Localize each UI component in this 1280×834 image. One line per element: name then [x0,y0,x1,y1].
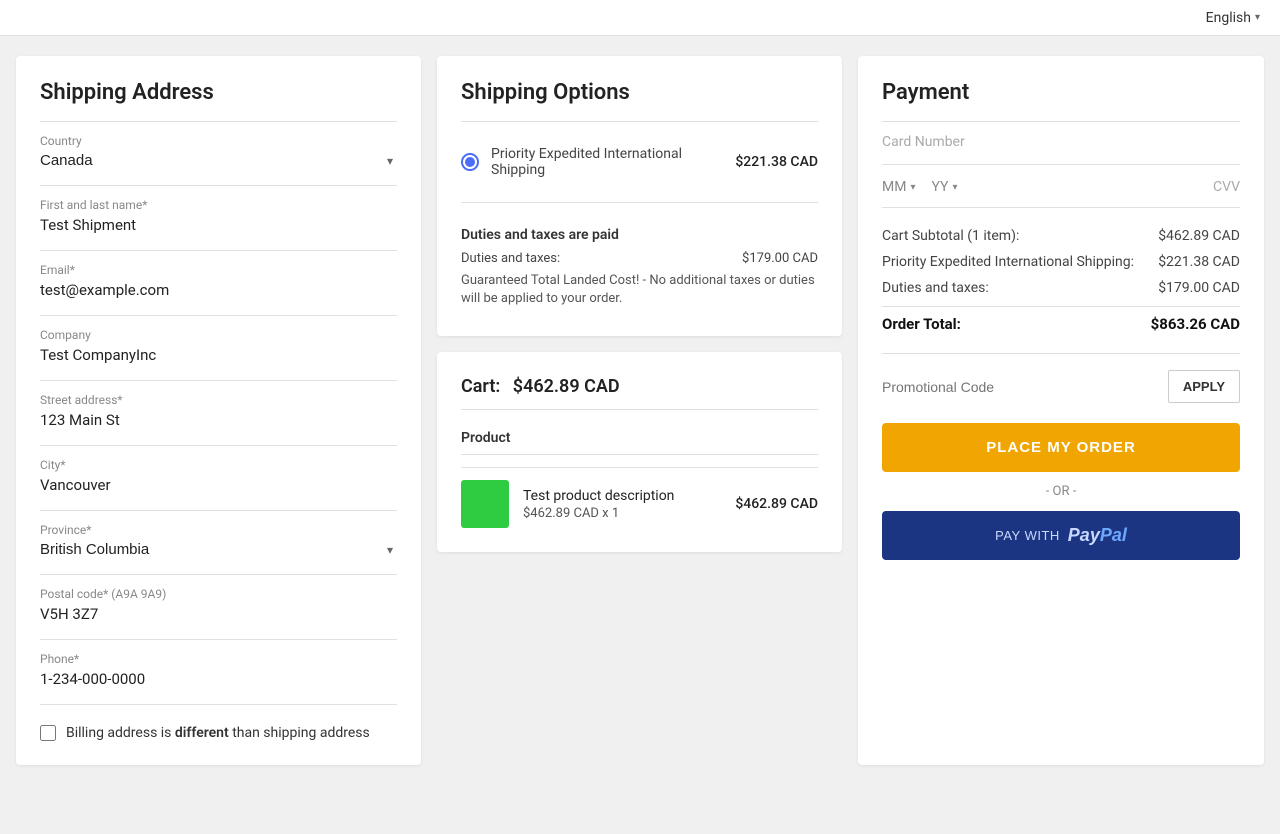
order-total-row: Order Total: $863.26 CAD [882,306,1240,333]
duties-summary-label: Duties and taxes: [882,280,989,296]
expiry-mm-select[interactable]: MM ▾ [882,179,915,195]
city-label: City* [40,458,397,472]
duties-note: Guaranteed Total Landed Cost! - No addit… [461,272,818,308]
subtotal-label: Cart Subtotal (1 item): [882,228,1019,244]
duties-row: Duties and taxes: $179.00 CAD [461,251,818,266]
name-field: First and last name* Test Shipment [40,198,397,234]
province-select[interactable]: British Columbia ▾ [40,541,397,558]
product-thumbnail [461,480,509,528]
product-row: Test product description $462.89 CAD x 1… [461,480,818,528]
expiry-yy-select[interactable]: YY ▾ [931,179,957,195]
shipping-option-label: Priority Expedited International Shippin… [491,146,723,178]
card-number-label: Card Number [882,134,1240,165]
street-label: Street address* [40,393,397,407]
shipping-options-panel: Shipping Options Priority Expedited Inte… [437,56,842,336]
company-value[interactable]: Test CompanyInc [40,346,397,364]
postal-field: Postal code* (A9A 9A9) V5H 3Z7 [40,587,397,623]
email-label: Email* [40,263,397,277]
promo-row: APPLY [882,353,1240,403]
phone-label: Phone* [40,652,397,666]
phone-field: Phone* 1-234-000-0000 [40,652,397,688]
shipping-address-panel: Shipping Address Country Canada ▾ First … [16,56,421,765]
cvv-label[interactable]: CVV [1213,179,1240,195]
billing-different-checkbox[interactable] [40,725,56,741]
billing-checkbox-row: Billing address is different than shippi… [40,725,397,741]
shipping-option-row[interactable]: Priority Expedited International Shippin… [461,134,818,190]
language-label: English [1206,10,1251,26]
place-order-button[interactable]: PLACE MY ORDER [882,423,1240,472]
shipping-options-title: Shipping Options [461,80,818,105]
radio-inner [465,157,475,167]
product-qty: $462.89 CAD x 1 [523,506,721,521]
subtotal-row: Cart Subtotal (1 item): $462.89 CAD [882,228,1240,244]
province-select-input[interactable]: British Columbia [40,541,397,558]
paypal-button[interactable]: PAY WITH PayPal [882,511,1240,560]
company-field: Company Test CompanyInc [40,328,397,364]
street-value[interactable]: 123 Main St [40,411,397,429]
order-total-label: Order Total: [882,315,961,333]
promo-input[interactable] [882,379,1160,395]
expiry-mm-chevron-icon: ▾ [910,182,915,193]
main-content: Shipping Address Country Canada ▾ First … [0,36,1280,785]
postal-label: Postal code* (A9A 9A9) [40,587,397,601]
cart-title: Cart: $462.89 CAD [461,376,818,397]
street-field: Street address* 123 Main St [40,393,397,429]
subtotal-price: $462.89 CAD [1158,228,1240,244]
payment-panel: Payment Card Number MM ▾ YY ▾ CVV Cart S… [858,56,1264,765]
cart-panel: Cart: $462.89 CAD Product Test product d… [437,352,842,552]
product-price: $462.89 CAD [735,496,818,512]
billing-checkbox-label: Billing address is different than shippi… [66,725,370,741]
language-selector[interactable]: English ▾ [1206,10,1260,26]
product-info: Test product description $462.89 CAD x 1 [523,488,721,521]
top-bar: English ▾ [0,0,1280,36]
paypal-logo-pal: Pal [1100,525,1127,545]
paypal-logo-pay: Pay [1068,525,1100,545]
shipping-summary-row: Priority Expedited International Shippin… [882,254,1240,270]
country-select[interactable]: Canada ▾ [40,152,397,169]
shipping-summary-label: Priority Expedited International Shippin… [882,254,1134,270]
shipping-option-price: $221.38 CAD [735,154,818,170]
duties-box: Duties and taxes are paid Duties and tax… [461,215,818,312]
name-label: First and last name* [40,198,397,212]
email-field: Email* test@example.com [40,263,397,299]
phone-value[interactable]: 1-234-000-0000 [40,670,397,688]
duties-price: $179.00 CAD [742,251,818,266]
country-select-input[interactable]: Canada [40,152,397,169]
expiry-mm-label: MM [882,179,906,195]
shipping-summary-price: $221.38 CAD [1158,254,1240,270]
company-label: Company [40,328,397,342]
product-name: Test product description [523,488,721,504]
province-field: Province* British Columbia ▾ [40,523,397,558]
or-divider: - OR - [882,484,1240,499]
city-field: City* Vancouver [40,458,397,494]
shipping-address-title: Shipping Address [40,80,397,105]
payment-title: Payment [882,80,1240,105]
shipping-radio-icon[interactable] [461,153,479,171]
apply-button[interactable]: APPLY [1168,370,1240,403]
name-value[interactable]: Test Shipment [40,216,397,234]
chevron-down-icon: ▾ [1255,12,1260,23]
duties-summary-price: $179.00 CAD [1158,280,1240,296]
middle-column: Shipping Options Priority Expedited Inte… [437,56,842,765]
expiry-row: MM ▾ YY ▾ CVV [882,179,1240,208]
expiry-yy-chevron-icon: ▾ [952,182,957,193]
product-header: Product [461,422,818,455]
duties-title: Duties and taxes are paid [461,227,818,243]
expiry-yy-label: YY [931,179,948,195]
order-total-price: $863.26 CAD [1151,315,1240,333]
city-value[interactable]: Vancouver [40,476,397,494]
postal-value[interactable]: V5H 3Z7 [40,605,397,623]
duties-summary-row: Duties and taxes: $179.00 CAD [882,280,1240,296]
country-field: Country Canada ▾ [40,134,397,169]
duties-label: Duties and taxes: [461,251,560,266]
province-label: Province* [40,523,397,537]
email-value[interactable]: test@example.com [40,281,397,299]
paypal-pre-text: PAY WITH [995,528,1060,543]
country-label: Country [40,134,397,148]
paypal-logo: PayPal [1068,525,1127,546]
